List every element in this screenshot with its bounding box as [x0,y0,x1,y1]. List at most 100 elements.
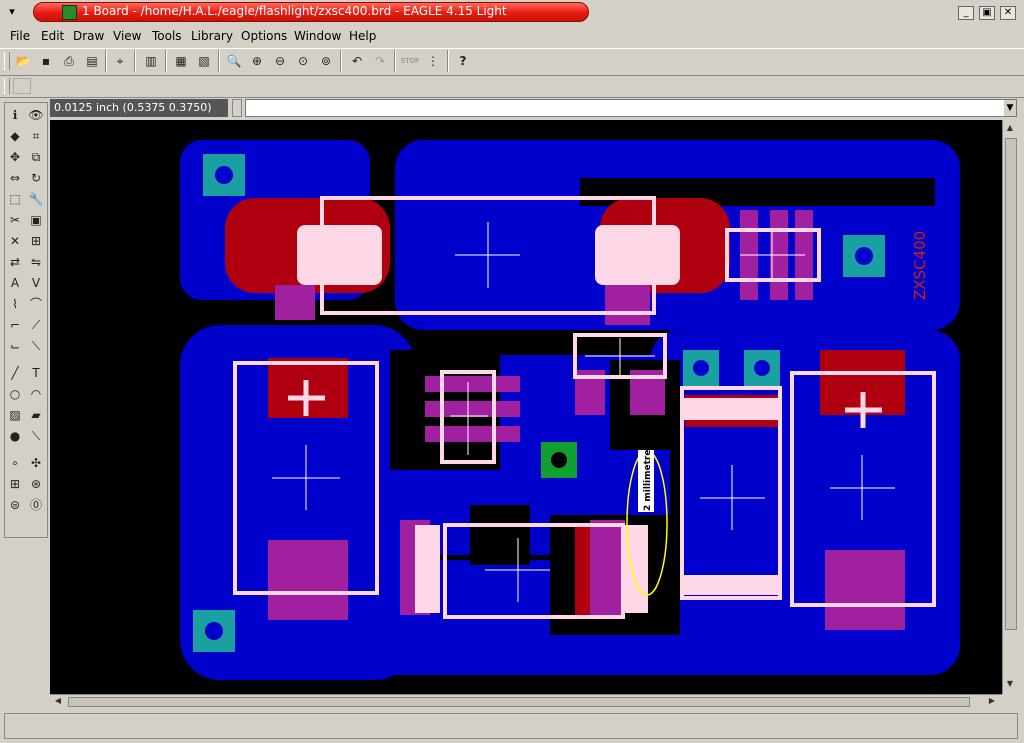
menu-library[interactable]: Library [191,29,233,43]
menu-help[interactable]: Help [349,29,376,43]
menu-draw[interactable]: Draw [73,29,104,43]
drc-icon[interactable]: ⊛ [27,475,45,493]
cam-icon[interactable]: ▤ [82,52,102,70]
replace-icon[interactable]: ⇋ [27,253,45,271]
ulp-icon[interactable]: ▥ [141,52,161,70]
smd-pad [605,285,650,325]
via-drill [754,360,770,376]
parameter-toolbar [0,75,1024,98]
chevron-down-icon[interactable]: ▼ [1004,100,1016,116]
rotate-icon[interactable]: ↻ [27,169,45,187]
toolbar-separator [447,50,449,72]
undo-icon[interactable]: ↶ [347,52,367,70]
save-icon[interactable]: ▪ [36,52,56,70]
board-icon[interactable]: ▦ [171,52,191,70]
info-icon[interactable]: ℹ [6,106,24,124]
minimize-icon[interactable]: _ [958,6,974,20]
smd-pad [425,401,520,417]
vertical-scroll-thumb[interactable] [1005,138,1017,630]
script-icon[interactable]: ⌖ [110,52,130,70]
copy-icon[interactable]: ⧉ [27,148,45,166]
autorouter-icon[interactable]: ⊞ [6,475,24,493]
toolbar-separator [165,50,167,72]
maximize-icon[interactable]: ▣ [979,6,995,20]
optimize-icon[interactable]: ⟋ [27,316,45,334]
show-icon[interactable]: 👁 [27,106,45,124]
menu-file[interactable]: File [10,29,30,43]
horizontal-scroll-thumb[interactable] [68,697,970,707]
name-icon[interactable]: A [6,274,24,292]
smd-pad [425,426,520,442]
pcb-layout: 2 millimetres ZXSC400 [180,140,960,680]
circle-icon[interactable]: ○ [6,385,24,403]
board-canvas[interactable]: 2 millimetres ZXSC400 [50,120,1002,694]
ripup-icon[interactable]: ⟍ [27,337,45,355]
display-icon[interactable]: ◆ [6,127,24,145]
mirror-icon[interactable]: ⇔ [6,169,24,187]
delete-icon[interactable]: ✕ [6,232,24,250]
signal-icon[interactable]: ⟍ [27,427,45,445]
toolbar-separator [134,50,136,72]
via-drill [215,166,233,184]
value-icon[interactable]: V [27,274,45,292]
smash-icon[interactable]: ⌇ [6,295,24,313]
paste-icon[interactable]: ▣ [27,211,45,229]
zoom-fit-icon[interactable]: 🔍 [224,52,244,70]
grid-icon[interactable] [13,78,31,94]
add-icon[interactable]: ⊞ [27,232,45,250]
errors-icon[interactable]: ⊜ [6,496,24,514]
via-drill [693,360,709,376]
wire-icon[interactable]: ╱ [6,364,24,382]
menu-options[interactable]: Options [241,29,287,43]
zoom-select-icon[interactable]: ⊚ [316,52,336,70]
menu-window[interactable]: Window [294,29,341,43]
inductor-pad [297,225,382,285]
menu-tools[interactable]: Tools [152,29,182,43]
scroll-down-icon[interactable]: ▼ [1004,678,1016,690]
smd-pad [268,540,348,620]
polygon-icon[interactable]: ▰ [27,406,45,424]
via-icon[interactable]: ● [6,427,24,445]
open-icon[interactable]: 📂 [13,52,33,70]
zoom-in-icon[interactable]: ⊕ [247,52,267,70]
move-icon[interactable]: ✥ [6,148,24,166]
close-icon[interactable]: ✕ [1000,6,1016,20]
silkscreen-label: ZXSC400 [911,231,929,300]
toolbar-separator [218,50,220,72]
print-icon[interactable]: ⎙ [59,52,79,70]
vertical-scrollbar[interactable]: ▲ ▼ [1002,120,1018,694]
arc-icon[interactable]: ◠ [27,385,45,403]
redo-icon[interactable]: ↷ [370,52,390,70]
zoom-redraw-icon[interactable]: ⊙ [293,52,313,70]
erc-icon[interactable]: ⓪ [27,496,45,514]
help-icon[interactable]: ? [453,52,473,70]
scroll-up-icon[interactable]: ▲ [1004,122,1016,134]
zoom-out-icon[interactable]: ⊖ [270,52,290,70]
rect-icon[interactable]: ▨ [6,406,24,424]
mark-icon[interactable]: ⌗ [27,127,45,145]
horizontal-scrollbar[interactable]: ◀ ▶ [50,694,1002,708]
menu-edit[interactable]: Edit [41,29,64,43]
window-menu-icon[interactable]: ▾ [4,5,20,19]
eagle-app-icon [62,5,77,20]
clearance-gap [470,505,530,565]
status-bar [4,713,1018,739]
route-icon[interactable]: ⌙ [6,337,24,355]
go-icon[interactable]: ⋮ [423,52,443,70]
pinswap-icon[interactable]: ⇄ [6,253,24,271]
menu-view[interactable]: View [113,29,141,43]
scroll-left-icon[interactable]: ◀ [52,695,64,707]
stop-icon[interactable]: STOP [400,52,420,70]
text-icon[interactable]: T [27,364,45,382]
group-icon[interactable]: ⬚ [6,190,24,208]
split-icon[interactable]: ⌐ [6,316,24,334]
miter-icon[interactable]: ⌒ [27,295,45,313]
ratsnest-icon[interactable]: ✣ [27,454,45,472]
command-line-input[interactable] [245,99,1017,117]
change-icon[interactable]: 🔧 [27,190,45,208]
cut-icon[interactable]: ✂ [6,211,24,229]
hole-icon[interactable]: ∘ [6,454,24,472]
toolbar-separator [394,50,396,72]
schematic-icon[interactable]: ▧ [194,52,214,70]
scroll-right-icon[interactable]: ▶ [986,695,998,707]
